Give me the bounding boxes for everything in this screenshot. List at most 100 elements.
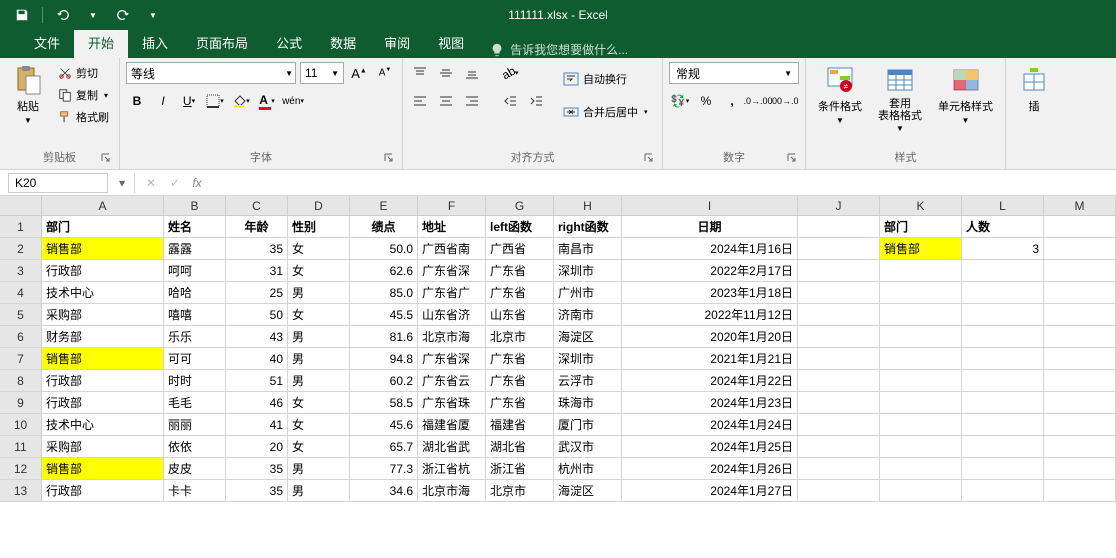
row-header[interactable]: 13 [0, 480, 42, 501]
cell[interactable] [962, 370, 1044, 391]
col-header-F[interactable]: F [418, 196, 486, 215]
conditional-format-button[interactable]: ≠ 条件格式▼ [812, 62, 868, 127]
cell[interactable] [962, 282, 1044, 303]
tab-home[interactable]: 开始 [74, 27, 128, 58]
tab-view[interactable]: 视图 [424, 27, 478, 58]
cell[interactable] [798, 326, 880, 347]
cell[interactable]: left函数 [486, 216, 554, 237]
percent-button[interactable]: % [695, 90, 717, 112]
font-dialog-launcher[interactable] [382, 153, 396, 167]
cell[interactable] [1044, 216, 1116, 237]
qat-customize[interactable]: ▼ [139, 3, 167, 27]
cell[interactable]: 时时 [164, 370, 226, 391]
cell[interactable]: 呵呵 [164, 260, 226, 281]
cell[interactable] [798, 414, 880, 435]
align-right-button[interactable] [461, 90, 483, 112]
decrease-decimal-button[interactable]: .00→.0 [773, 90, 795, 112]
cell[interactable]: 2024年1月23日 [622, 392, 798, 413]
cell[interactable] [880, 458, 962, 479]
cell[interactable] [880, 304, 962, 325]
cell[interactable]: 31 [226, 260, 288, 281]
formula-input[interactable] [211, 173, 1116, 193]
cell[interactable]: 35 [226, 238, 288, 259]
cell[interactable]: 2024年1月24日 [622, 414, 798, 435]
underline-button[interactable]: U▾ [178, 90, 200, 112]
name-box-dropdown[interactable]: ▾ [114, 176, 130, 190]
cell[interactable] [962, 436, 1044, 457]
row-header[interactable]: 12 [0, 458, 42, 479]
row-header[interactable]: 7 [0, 348, 42, 369]
number-format-combo[interactable]: 常规▼ [669, 62, 799, 84]
cell[interactable]: 广西省 [486, 238, 554, 259]
col-header-I[interactable]: I [622, 196, 798, 215]
merge-center-button[interactable]: 合并后居中▾ [559, 101, 652, 123]
save-button[interactable] [8, 3, 36, 27]
cell[interactable]: 深圳市 [554, 348, 622, 369]
row-header[interactable]: 11 [0, 436, 42, 457]
cell[interactable]: 男 [288, 458, 350, 479]
copy-button[interactable]: 复制▾ [54, 84, 113, 106]
cell[interactable]: 北京市海 [418, 480, 486, 501]
cell[interactable]: 男 [288, 282, 350, 303]
col-header-B[interactable]: B [164, 196, 226, 215]
cell[interactable]: 广东省深 [418, 348, 486, 369]
col-header-G[interactable]: G [486, 196, 554, 215]
cell[interactable]: 女 [288, 260, 350, 281]
italic-button[interactable]: I [152, 90, 174, 112]
row-header[interactable]: 10 [0, 414, 42, 435]
align-center-button[interactable] [435, 90, 457, 112]
cell[interactable] [962, 392, 1044, 413]
cell[interactable]: 40 [226, 348, 288, 369]
cell[interactable]: 2024年1月27日 [622, 480, 798, 501]
row-header[interactable]: 4 [0, 282, 42, 303]
cell[interactable]: 皮皮 [164, 458, 226, 479]
cell[interactable]: 77.3 [350, 458, 418, 479]
font-name-combo[interactable]: 等线▼ [126, 62, 296, 84]
cell[interactable]: right函数 [554, 216, 622, 237]
cell[interactable]: 广州市 [554, 282, 622, 303]
align-middle-button[interactable] [435, 62, 457, 84]
spreadsheet-grid[interactable]: A B C D E F G H I J K L M 1部门姓名年龄性别绩点地址l… [0, 196, 1116, 558]
cell[interactable]: 58.5 [350, 392, 418, 413]
cell[interactable]: 2024年1月22日 [622, 370, 798, 391]
cancel-formula-button[interactable]: ✕ [139, 173, 163, 193]
cell[interactable]: 25 [226, 282, 288, 303]
row-header[interactable]: 5 [0, 304, 42, 325]
cell[interactable]: 男 [288, 480, 350, 501]
cell[interactable] [798, 348, 880, 369]
cell[interactable] [798, 216, 880, 237]
cell[interactable] [1044, 260, 1116, 281]
cell[interactable]: 技术中心 [42, 414, 164, 435]
cell[interactable]: 男 [288, 326, 350, 347]
row-header[interactable]: 1 [0, 216, 42, 237]
cell[interactable] [1044, 436, 1116, 457]
cell[interactable]: 依依 [164, 436, 226, 457]
insert-cells-button[interactable]: 插 [1012, 62, 1056, 116]
align-top-button[interactable] [409, 62, 431, 84]
cell[interactable] [1044, 348, 1116, 369]
cell[interactable]: 行政部 [42, 392, 164, 413]
cell[interactable]: 福建省 [486, 414, 554, 435]
cell[interactable] [798, 480, 880, 501]
orientation-button[interactable]: ab▾ [499, 62, 521, 84]
shrink-font-button[interactable]: A▼ [374, 62, 396, 84]
cell[interactable]: 性别 [288, 216, 350, 237]
row-header[interactable]: 6 [0, 326, 42, 347]
cell[interactable]: 采购部 [42, 304, 164, 325]
format-painter-button[interactable]: 格式刷 [54, 106, 113, 128]
comma-button[interactable]: , [721, 90, 743, 112]
cell[interactable]: 女 [288, 238, 350, 259]
cell[interactable]: 采购部 [42, 436, 164, 457]
cell[interactable]: 35 [226, 458, 288, 479]
cell[interactable]: 2022年11月12日 [622, 304, 798, 325]
cell[interactable] [880, 414, 962, 435]
cell[interactable]: 销售部 [42, 348, 164, 369]
cell[interactable]: 60.2 [350, 370, 418, 391]
cell[interactable] [880, 260, 962, 281]
cell[interactable] [798, 260, 880, 281]
cell[interactable] [798, 304, 880, 325]
cell[interactable] [1044, 304, 1116, 325]
cell[interactable]: 广东省 [486, 392, 554, 413]
cell[interactable]: 地址 [418, 216, 486, 237]
cell[interactable]: 丽丽 [164, 414, 226, 435]
